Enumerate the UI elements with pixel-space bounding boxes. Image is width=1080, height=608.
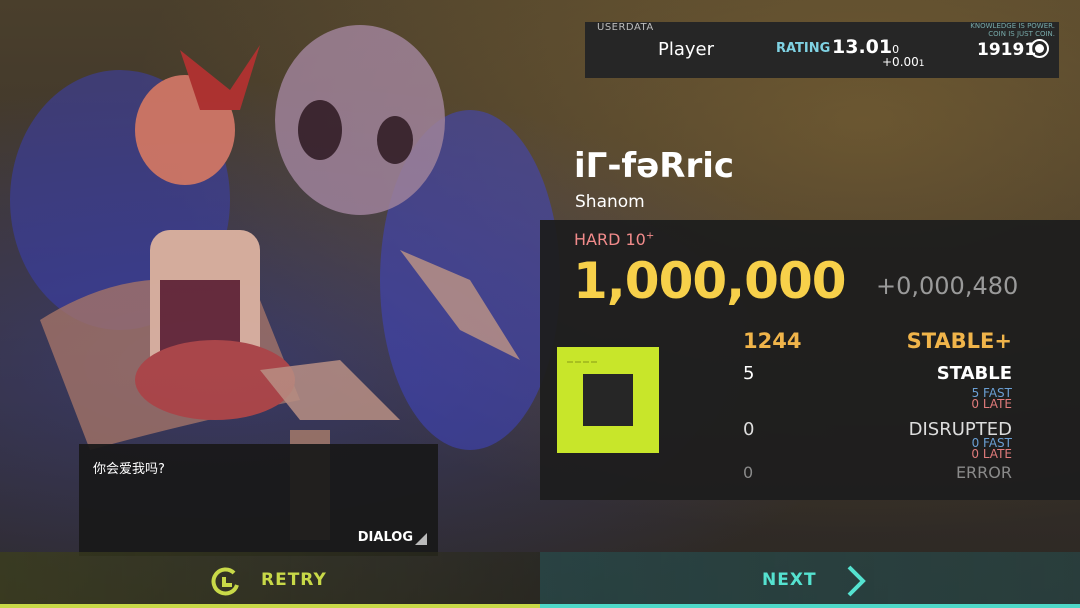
player-name: Player [658, 39, 715, 60]
disrupted-late: 0 LATE [971, 447, 1012, 461]
motto-text: KNOWLEDGE IS POWER. COIN IS JUST COIN. [970, 22, 1055, 38]
disrupted-count: 0 [743, 419, 755, 440]
stable-late: 0 LATE [971, 397, 1012, 411]
next-button[interactable]: NEXT [540, 552, 1080, 608]
retry-button[interactable]: RETRY [0, 552, 540, 608]
score-delta: +0,000,480 [876, 272, 1019, 300]
judgement-square-icon [557, 347, 659, 453]
dialog-label: DIALOG [357, 530, 413, 545]
rating-delta: +0.001 [882, 55, 925, 69]
song-title: iΓ-fəRric [574, 146, 735, 186]
retry-icon [211, 567, 239, 596]
stable-count: 5 [743, 363, 755, 384]
retry-label: RETRY [261, 570, 327, 590]
dialog-text: 你会爱我吗? [93, 462, 165, 477]
user-data-bar: USERDATA Player RATING 13.010 +0.001 KNO… [585, 22, 1059, 78]
error-label: ERROR [955, 463, 1012, 482]
rating-label: RATING [776, 41, 831, 56]
coin-icon [1030, 39, 1049, 58]
dialog-arrow-icon [415, 533, 427, 545]
userdata-label: USERDATA [597, 22, 654, 33]
chevron-right-icon [847, 565, 866, 597]
next-label: NEXT [762, 570, 817, 590]
score: 1,000,000 [573, 252, 847, 310]
error-count: 0 [743, 463, 754, 482]
coin-count: 19191 [977, 40, 1037, 60]
max-combo: 1244 [743, 329, 802, 353]
stable-label: STABLE [936, 363, 1012, 384]
song-artist: Shanom [575, 192, 645, 212]
difficulty-label: HARD 10+ [574, 230, 655, 249]
grade-label: STABLE+ [906, 329, 1012, 353]
dialog-box[interactable]: 你会爱我吗? DIALOG [79, 444, 438, 556]
